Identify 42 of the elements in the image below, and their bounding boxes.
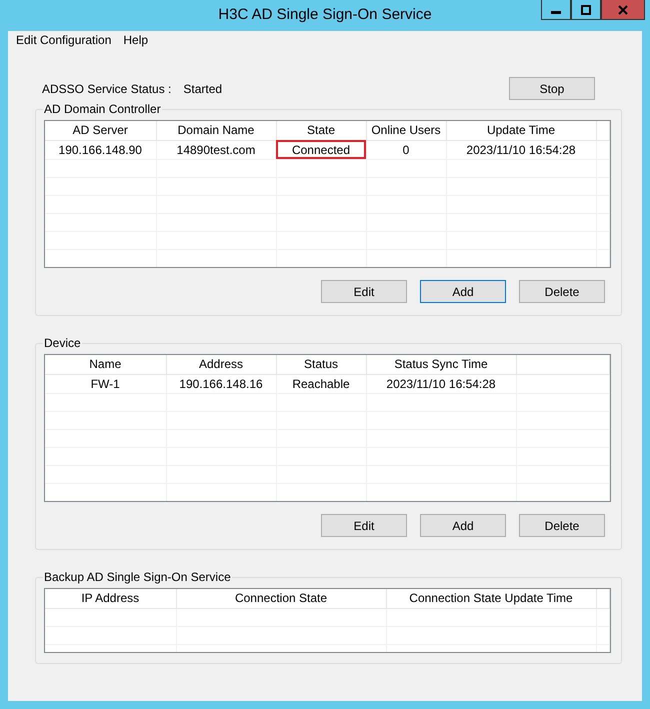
group-title: Device [43,336,82,350]
window-title: H3C AD Single Sign-On Service [218,5,432,26]
group-title: Backup AD Single Sign-On Service [43,570,232,584]
service-status-label: ADSSO Service Status : [42,80,172,98]
menu-item[interactable]: Help [119,31,152,49]
stop-button[interactable]: Stop [509,77,595,100]
column-header[interactable]: Status [276,355,366,374]
column-header[interactable]: Connection State Update Time [386,589,596,608]
close-button[interactable] [601,0,645,20]
column-header[interactable]: Update Time [446,121,596,140]
action-button[interactable]: Add [420,280,506,303]
action-button[interactable]: Add [420,514,506,537]
action-button[interactable]: Edit [321,280,407,303]
table-cell: 190.166.148.90 [45,140,156,159]
column-header[interactable]: Online Users [366,121,446,140]
table-cell: Connected [276,140,366,159]
close-icon [618,4,628,14]
action-button[interactable]: Delete [519,280,605,303]
table-cell: Reachable [276,374,366,393]
column-header[interactable]: Address [166,355,276,374]
column-header[interactable]: State [276,121,366,140]
table-cell: 2023/11/10 16:54:28 [366,374,516,393]
service-status-value: Started [183,80,222,98]
table-cell: 2023/11/10 16:54:28 [446,140,596,159]
maximize-button[interactable] [571,0,601,20]
table-cell: 14890test.com [156,140,276,159]
action-button[interactable]: Delete [519,514,605,537]
minimize-icon [551,11,561,14]
column-header[interactable]: Domain Name [156,121,276,140]
table-cell: 0 [366,140,446,159]
column-header[interactable]: Connection State [176,589,386,608]
menu-item[interactable]: Edit Configuration [12,31,116,49]
action-button[interactable]: Edit [321,514,407,537]
group-title: AD Domain Controller [43,102,162,116]
table-cell: FW-1 [45,374,166,393]
column-header[interactable]: IP Address [45,589,176,608]
column-header[interactable]: AD Server [45,121,156,140]
column-header[interactable]: Status Sync Time [366,355,516,374]
minimize-button[interactable] [541,0,571,20]
column-header[interactable]: Name [45,355,166,374]
maximize-icon [581,4,591,14]
table-cell: 190.166.148.16 [166,374,276,393]
